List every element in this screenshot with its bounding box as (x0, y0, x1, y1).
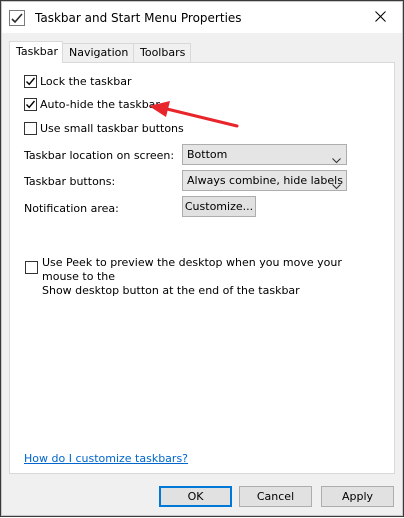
small-buttons-option[interactable]: Use small taskbar buttons (24, 122, 184, 135)
cancel-button[interactable]: Cancel (239, 486, 312, 507)
lock-taskbar-option[interactable]: Lock the taskbar (24, 75, 132, 88)
close-icon (374, 10, 386, 25)
buttons-select-value: Always combine, hide labels (187, 174, 343, 187)
help-link[interactable]: How do I customize taskbars? (24, 452, 188, 465)
notification-label: Notification area: (24, 202, 119, 215)
lock-taskbar-checkbox[interactable] (24, 75, 37, 88)
tab-taskbar[interactable]: Taskbar (9, 41, 63, 63)
close-button[interactable] (358, 2, 402, 33)
tab-navigation[interactable]: Navigation (62, 43, 134, 62)
window-title: Taskbar and Start Menu Properties (35, 11, 242, 25)
ok-button[interactable]: OK (159, 486, 232, 507)
peek-label-line2: Show desktop button at the end of the ta… (42, 284, 300, 297)
apply-button[interactable]: Apply (321, 486, 394, 507)
location-label: Taskbar location on screen: (24, 149, 175, 162)
small-buttons-label: Use small taskbar buttons (40, 122, 184, 135)
small-buttons-checkbox[interactable] (24, 122, 37, 135)
peek-label-line1: Use Peek to preview the desktop when you… (42, 256, 342, 283)
customize-button[interactable]: Customize... (182, 196, 256, 217)
buttons-label: Taskbar buttons: (24, 175, 116, 188)
peek-label: Use Peek to preview the desktop when you… (42, 256, 382, 298)
buttons-select[interactable]: Always combine, hide labels (182, 170, 347, 191)
lock-taskbar-label: Lock the taskbar (40, 75, 132, 88)
auto-hide-label: Auto-hide the taskbar (40, 98, 160, 111)
location-select[interactable]: Bottom (182, 144, 347, 165)
checkmark-icon (25, 77, 36, 86)
taskbar-tab-panel: Lock the taskbar Auto-hide the taskbar U… (9, 62, 395, 474)
checkmark-icon (25, 100, 36, 109)
chevron-down-icon (332, 151, 341, 164)
peek-checkbox[interactable] (25, 261, 38, 274)
chevron-down-icon (332, 177, 341, 190)
tab-toolbars[interactable]: Toolbars (133, 43, 191, 62)
properties-window: Taskbar and Start Menu Properties Taskba… (0, 0, 404, 517)
title-bar[interactable]: Taskbar and Start Menu Properties (2, 2, 402, 33)
taskbar-properties-icon (9, 10, 25, 26)
auto-hide-checkbox[interactable] (24, 98, 37, 111)
location-select-value: Bottom (187, 148, 228, 161)
auto-hide-option[interactable]: Auto-hide the taskbar (24, 98, 160, 111)
